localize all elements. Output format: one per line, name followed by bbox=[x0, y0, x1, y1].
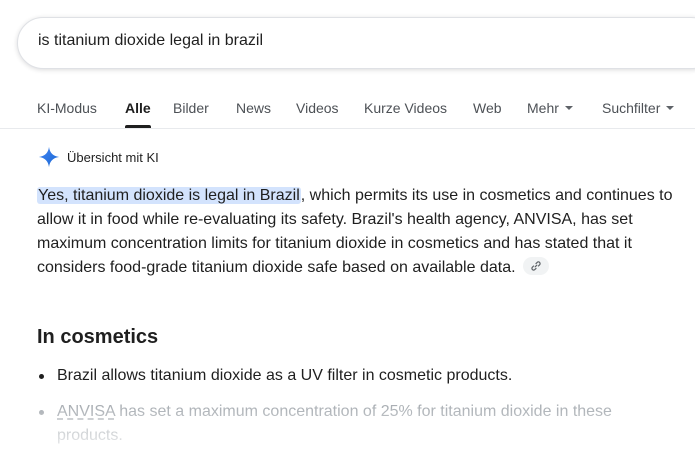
list-item: ANVISA has set a maximum concentration o… bbox=[39, 400, 677, 448]
tab-alle[interactable]: Alle bbox=[125, 100, 151, 116]
ai-overview-header: Übersicht mit KI bbox=[38, 145, 159, 169]
sparkle-icon bbox=[38, 146, 60, 168]
tabs-divider bbox=[0, 128, 695, 129]
list-item: Brazil allows titanium dioxide as a UV f… bbox=[39, 364, 677, 388]
tab-web[interactable]: Web bbox=[473, 100, 502, 116]
ai-overview-title: Übersicht mit KI bbox=[67, 149, 159, 165]
list-item-text: has set a maximum concentration of 25% f… bbox=[57, 403, 612, 444]
section-heading: In cosmetics bbox=[37, 326, 159, 348]
search-box[interactable]: is titanium dioxide legal in brazil bbox=[17, 17, 695, 69]
search-query-text[interactable]: is titanium dioxide legal in brazil bbox=[38, 32, 263, 50]
tab-bilder[interactable]: Bilder bbox=[173, 100, 209, 116]
tab-ki-modus[interactable]: KI-Modus bbox=[37, 100, 97, 116]
tab-videos[interactable]: Videos bbox=[296, 100, 339, 116]
tab-news[interactable]: News bbox=[236, 100, 271, 116]
tab-mehr-label: Mehr bbox=[527, 100, 559, 116]
chevron-down-icon bbox=[666, 106, 675, 111]
chevron-down-icon bbox=[564, 106, 573, 111]
search-results-page: is titanium dioxide legal in brazil KI-M… bbox=[0, 0, 695, 453]
ai-overview-paragraph: Yes, titanium dioxide is legal in Brazil… bbox=[37, 184, 682, 280]
source-link-chip[interactable] bbox=[522, 256, 549, 275]
highlighted-answer: Yes, titanium dioxide is legal in Brazil bbox=[37, 187, 301, 204]
link-icon bbox=[531, 261, 541, 271]
tab-mehr[interactable]: Mehr bbox=[527, 100, 573, 116]
search-tabs: KI-Modus Alle Bilder News Videos Kurze V… bbox=[0, 90, 695, 130]
tab-suchfilter[interactable]: Suchfilter bbox=[602, 100, 675, 116]
anvisa-link[interactable]: ANVISA bbox=[57, 403, 115, 420]
tab-kurze-videos[interactable]: Kurze Videos bbox=[364, 100, 447, 116]
tab-suchfilter-label: Suchfilter bbox=[602, 100, 661, 116]
